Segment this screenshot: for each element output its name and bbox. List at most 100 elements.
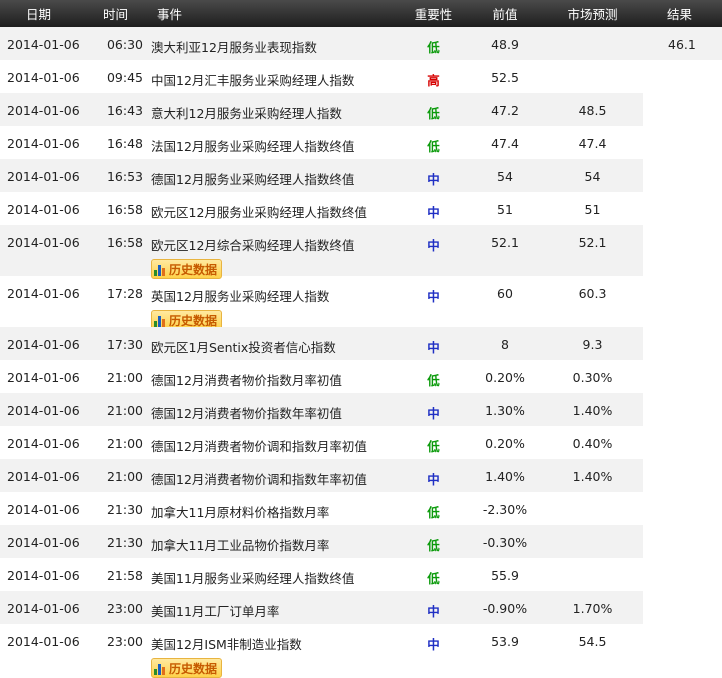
cell-previous: 51 [497,202,513,217]
cell-forecast: 1.40% [542,459,643,492]
table-row: 2014-01-06 23:00 美国11月工厂订单月率 中 -0.90% 1.70% [0,591,722,624]
cell-time: 21:30 [96,525,143,558]
cell-importance: 低 [427,571,440,586]
cell-event: 欧元区1月Sentix投资者信心指数 [143,327,399,360]
cell-date: 2014-01-06 [0,159,96,192]
cell-date: 2014-01-06 [7,502,80,517]
table-row: 2014-01-06 21:00 德国12月消费者物价指数年率初值 中 1.30% 1.4… [0,393,722,426]
table-row: 2014-01-06 21:00 德国12月消费者物价调和指数年率初值中 1.40% 1… [0,459,722,492]
cell-importance: 中 [427,289,440,304]
header-time: 时间 [103,7,129,22]
cell-forecast [542,492,643,525]
event-name: 英国12月服务业采购经理人指数 [151,289,330,304]
cell-date: 2014-01-06 [7,202,80,217]
cell-result [643,492,722,525]
cell-time: 17:30 [96,327,143,360]
table-row: 2014-01-06 06:30 澳大利亚12月服务业表现指数 低 48.9 46.1 [0,27,722,60]
event-name: 加拿大11月工业品物价指数月率 [151,538,330,553]
cell-forecast: 1.40% [542,393,643,426]
header-result: 结果 [667,7,693,22]
cell-previous: 8 [468,327,542,360]
event-name: 德国12月服务业采购经理人指数终值 [151,172,355,187]
cell-date: 2014-01-06 [0,93,96,126]
cell-date: 2014-01-06 [7,370,80,385]
cell-date: 2014-01-06 [0,459,96,492]
cell-previous: 1.30% [468,393,542,426]
table-row: 2014-01-06 21:00 德国12月消费者物价调和指数月率初值 低 0.20% 0… [0,426,722,459]
cell-result [643,591,722,624]
cell-event: 英国12月服务业采购经理人指数 历史数据 [143,276,399,330]
history-data-button[interactable]: 历史数据 [151,658,223,678]
cell-previous: -0.30% [468,525,542,558]
cell-time: 23:00 [96,591,143,624]
cell-result [643,159,722,192]
cell-time: 21:00 [96,393,143,426]
cell-forecast: 48.5 [542,93,643,126]
history-data-label: 历史数据 [169,262,218,277]
cell-date: 2014-01-06 [0,393,96,426]
cell-date: 2014-01-06 [0,525,96,558]
cell-forecast: 52.1 [542,225,643,276]
cell-result [643,360,722,393]
table-row: 2014-01-06 16:58 欧元区12月服务业采购经理人指数终值 中 51 51 [0,192,722,225]
cell-forecast [542,525,643,558]
cell-time: 17:28 [106,286,143,301]
cell-time: 16:43 [96,93,143,126]
bar-chart-icon [154,661,166,675]
cell-event: 美国12月ISM非制造业指数历史数据 [143,624,399,678]
cell-event: 欧元区12月综合采购经理人指数终值历史数据 [143,225,399,279]
cell-event: 加拿大11月工业品物价指数月率 [143,525,399,558]
cell-importance: 低 [427,373,440,388]
cell-previous: 52.5 [491,70,519,85]
cell-time: 16:48 [106,136,143,151]
economic-calendar: 日期 时间 事件 重要性 前值 市场预测 结果 2014-01-06 06:30 澳… [0,0,722,678]
cell-date: 2014-01-06 [7,568,80,583]
table-row: 2014-01-06 16:43 意大利12月服务业采购经理人指数 低 47.2 48.5 [0,93,722,126]
cell-importance: 中 [399,393,468,426]
cell-date: 2014-01-06 [7,436,80,451]
cell-result [643,276,722,327]
cell-previous: 48.9 [468,27,542,60]
cell-importance: 中 [427,637,440,652]
cell-time: 21:00 [106,370,143,385]
cell-forecast: 1.70% [542,591,643,624]
cell-result [643,126,722,159]
table-row: 2014-01-06 21:58 美国11月服务业采购经理人指数终值 低 55.9 [0,558,722,591]
event-name: 美国12月ISM非制造业指数 [151,637,302,652]
cell-previous: 0.20% [485,436,525,451]
cell-previous: 60 [497,286,513,301]
cell-forecast: 0.40% [572,436,613,451]
header-date: 日期 [26,7,52,22]
cell-importance: 低 [427,139,440,154]
cell-event: 法国12月服务业采购经理人指数终值 [143,126,399,159]
cell-result [643,393,722,426]
cell-result [643,624,722,675]
cell-event: 澳大利亚12月服务业表现指数 [143,27,399,60]
event-name: 意大利12月服务业采购经理人指数 [151,106,342,121]
header-forecast: 市场预测 [567,7,618,22]
cell-previous: 0.20% [485,370,525,385]
cell-result [643,93,722,126]
cell-time: 16:58 [106,202,143,217]
cell-forecast: 9.3 [542,327,643,360]
history-data-label: 历史数据 [169,661,218,676]
cell-event: 欧元区12月服务业采购经理人指数终值 [143,192,399,225]
cell-forecast [542,27,643,60]
cell-date: 2014-01-06 [7,136,80,151]
cell-time: 23:00 [106,634,143,649]
cell-time: 21:30 [106,502,143,517]
cell-event: 德国12月服务业采购经理人指数终值 [143,159,399,192]
cell-previous: 47.2 [468,93,542,126]
cell-importance: 高 [427,73,440,88]
cell-forecast: 54.5 [578,634,607,649]
cell-result [643,60,722,93]
event-name: 欧元区12月综合采购经理人指数终值 [151,238,355,253]
cell-importance: 中 [399,225,468,276]
table-row: 2014-01-06 21:00 德国12月消费者物价指数月率初值 低 0.20% 0.3… [0,360,722,393]
cell-time: 09:45 [106,70,143,85]
table-header: 日期 时间 事件 重要性 前值 市场预测 结果 [0,0,722,27]
cell-importance: 中 [427,205,440,220]
cell-time: 21:00 [96,459,143,492]
cell-result: 46.1 [643,27,722,60]
cell-forecast: 0.30% [572,370,613,385]
